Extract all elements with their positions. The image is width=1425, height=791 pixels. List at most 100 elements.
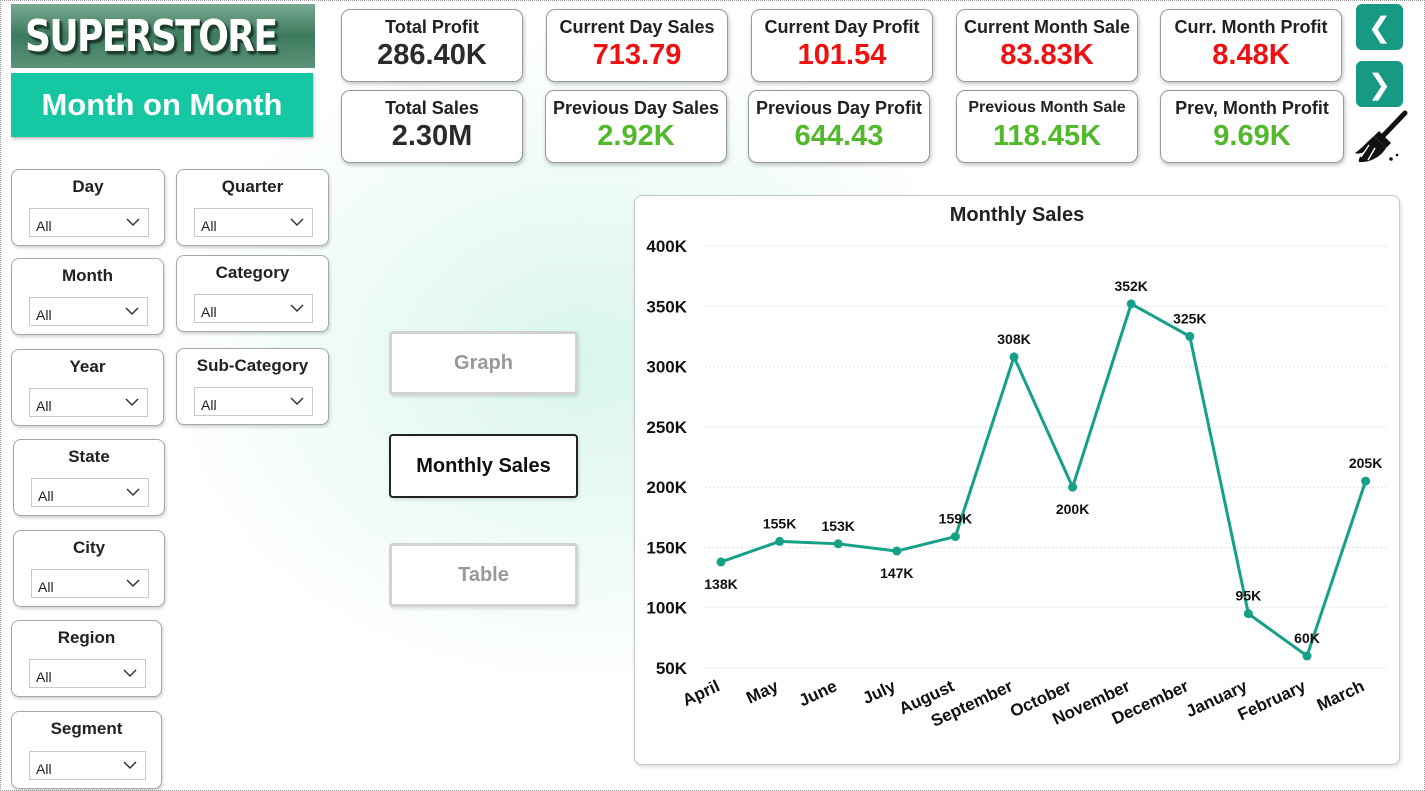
state-dropdown[interactable]: All (31, 478, 149, 507)
filter-year: Year All (11, 349, 164, 426)
page-title: Month on Month (11, 73, 313, 137)
data-point (892, 546, 902, 556)
kpi-label: Curr. Month Profit (1174, 17, 1328, 37)
data-point (1243, 609, 1253, 619)
next-button[interactable]: ❯ (1356, 61, 1403, 107)
kpi-previous-day-profit: Previous Day Profit 644.43 (748, 90, 930, 163)
data-label: 95K (1236, 588, 1262, 604)
sub-category-dropdown[interactable]: All (194, 387, 313, 416)
filter-title: Segment (50, 719, 123, 738)
quarter-dropdown[interactable]: All (194, 208, 313, 237)
data-label: 159K (939, 511, 972, 527)
data-label: 153K (821, 518, 854, 534)
y-tick-label: 300K (646, 358, 687, 377)
chart-title: Monthly Sales (949, 204, 1085, 226)
monthly-sales-chart: 50K 100K 150K 200K 250K 300K 350K 400K April May J… (634, 195, 1400, 765)
kpi-label: Current Day Sales (559, 17, 715, 37)
data-label: 352K (1114, 278, 1147, 294)
data-label: 138K (704, 576, 737, 592)
filter-sub-category: Sub-Category All (176, 348, 329, 425)
kpi-previous-month-sale: Previous Month Sale 118.45K (956, 90, 1138, 163)
dropdown-value: All (38, 579, 54, 595)
filter-category: Category All (176, 255, 329, 332)
data-label: 147K (880, 565, 913, 581)
x-tick-label: July (860, 676, 899, 708)
dropdown-value: All (36, 669, 52, 685)
kpi-total-profit: Total Profit 286.40K (341, 9, 523, 82)
chevron-down-icon (123, 669, 137, 678)
x-tick-label: April (680, 676, 723, 710)
back-button[interactable]: ❮ (1356, 4, 1403, 50)
filter-title: Sub-Category (196, 356, 309, 375)
filter-city: City All (13, 530, 165, 607)
chevron-down-icon (125, 307, 139, 316)
dropdown-value: All (201, 397, 217, 413)
graph-button[interactable]: Graph (389, 331, 578, 395)
kpi-current-month-sale: Current Month Sale 83.83K (956, 9, 1138, 82)
filter-title: Month (62, 266, 113, 285)
filter-title: Quarter (221, 177, 284, 196)
chevron-down-icon (290, 397, 304, 406)
data-label: 205K (1349, 455, 1382, 471)
kpi-current-day-profit: Current Day Profit 101.54 (751, 9, 933, 82)
x-tick-label: May (743, 676, 781, 707)
kpi-value: 713.79 (592, 39, 682, 71)
broom-icon[interactable] (1353, 109, 1409, 165)
kpi-value: 644.43 (794, 120, 884, 152)
filter-month: Month All (11, 258, 164, 335)
data-label: 200K (1056, 501, 1089, 517)
month-dropdown[interactable]: All (29, 297, 148, 326)
data-label: 60K (1294, 630, 1320, 646)
filter-title: Day (72, 177, 104, 196)
kpi-value: 8.48K (1212, 39, 1290, 71)
filter-title: Year (69, 357, 106, 376)
category-dropdown[interactable]: All (194, 294, 313, 323)
kpi-label: Total Profit (385, 17, 479, 37)
filter-title: City (72, 538, 106, 557)
year-dropdown[interactable]: All (29, 388, 148, 417)
dropdown-value: All (201, 304, 217, 320)
filter-title: Category (215, 263, 290, 282)
kpi-value: 83.83K (1000, 39, 1094, 71)
monthly-sales-button[interactable]: Monthly Sales (389, 434, 578, 498)
kpi-value: 286.40K (377, 39, 487, 71)
y-tick-label: 50K (656, 659, 688, 678)
filter-title: State (68, 447, 110, 466)
data-point (1185, 331, 1195, 341)
kpi-value: 2.30M (391, 120, 473, 152)
kpi-previous-day-sales: Previous Day Sales 2.92K (545, 90, 727, 163)
logo-text: SUPERSTORE (25, 10, 278, 62)
filter-state: State All (13, 439, 165, 516)
day-dropdown[interactable]: All (29, 208, 149, 237)
y-tick-label: 400K (646, 237, 687, 256)
dropdown-value: All (36, 398, 52, 414)
x-tick-label: February (1235, 676, 1309, 724)
y-tick-label: 200K (646, 478, 687, 497)
city-dropdown[interactable]: All (31, 569, 149, 598)
dropdown-value: All (36, 218, 52, 234)
chevron-down-icon (123, 761, 137, 770)
data-label: 308K (997, 331, 1030, 347)
filter-segment: Segment All (11, 711, 162, 789)
filter-title: Region (57, 628, 116, 647)
kpi-current-day-sales: Current Day Sales 713.79 (546, 9, 728, 82)
kpi-label: Current Month Sale (963, 17, 1130, 37)
chevron-down-icon (290, 218, 304, 227)
y-tick-label: 150K (646, 538, 687, 557)
superstore-logo: SUPERSTORE (11, 4, 315, 68)
data-point (833, 539, 843, 549)
y-tick-label: 100K (646, 599, 687, 618)
kpi-label: Previous Month Sale (968, 99, 1126, 116)
data-point (1009, 352, 1019, 362)
chevron-down-icon (290, 304, 304, 313)
x-tick-label: March (1314, 676, 1367, 714)
chevron-left-icon: ❮ (1367, 11, 1392, 43)
segment-dropdown[interactable]: All (29, 751, 146, 780)
data-point (1068, 482, 1078, 492)
kpi-value: 118.45K (992, 120, 1102, 152)
x-tick-label: June (796, 676, 840, 710)
table-button[interactable]: Table (389, 543, 578, 607)
kpi-curr-month-profit: Curr. Month Profit 8.48K (1160, 9, 1342, 82)
filter-region: Region All (11, 620, 162, 697)
region-dropdown[interactable]: All (29, 659, 146, 688)
